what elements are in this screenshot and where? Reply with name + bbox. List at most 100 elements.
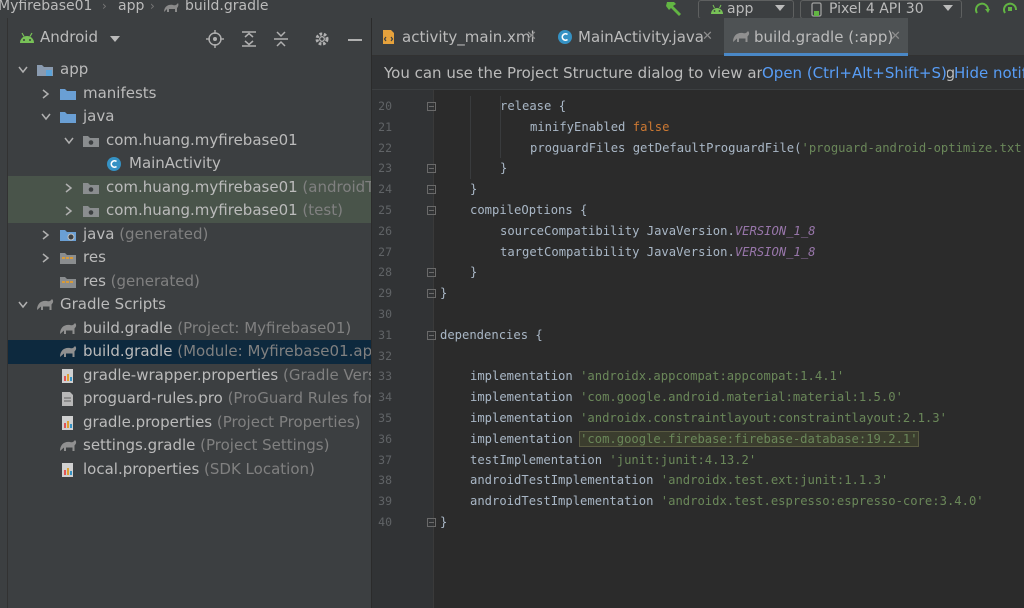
chevron-right-icon[interactable] [64, 206, 74, 216]
breadcrumb-separator-icon: › [150, 0, 155, 13]
expand-all-icon[interactable] [240, 30, 258, 48]
fold-close-icon[interactable] [427, 268, 436, 278]
gear-icon[interactable] [313, 30, 331, 48]
gradle-icon [60, 440, 77, 451]
code-token: sourceCompatibility JavaVersion. [500, 223, 735, 238]
editor-tab[interactable]: MainActivity.java ✕ [548, 18, 720, 56]
chevron-right-icon[interactable] [41, 253, 51, 263]
tree-item[interactable]: manifests [8, 82, 371, 106]
breadcrumb-project[interactable]: Myfirebase01 [0, 0, 92, 14]
chevron-down-icon [110, 36, 120, 42]
code-text: androidTestImplementation 'androidx.test… [470, 491, 984, 512]
code-line: 40} [372, 512, 1024, 533]
chevron-right-icon[interactable] [41, 88, 51, 99]
chevron-down-icon[interactable] [18, 300, 28, 310]
tree-item-hint: (ProGuard Rules for Myfirebase01.app) [227, 389, 372, 407]
line-number: 22 [378, 140, 392, 155]
code-token: } [470, 182, 478, 197]
run-config-selector[interactable]: app [698, 0, 794, 18]
tree-item[interactable]: res [8, 246, 371, 270]
code-line: 33 implementation 'androidx.appcompat:app… [372, 366, 1024, 387]
tree-item-label: com.huang.myfirebase01 (test) [106, 199, 343, 222]
breadcrumb-module[interactable]: app [118, 0, 144, 14]
close-icon[interactable]: ✕ [526, 18, 537, 56]
chevron-down-icon[interactable] [64, 136, 74, 146]
line-number: 38 [378, 473, 392, 488]
close-icon[interactable]: ✕ [890, 18, 901, 56]
collapse-all-icon[interactable] [272, 30, 290, 48]
line-number: 32 [378, 348, 392, 363]
code-line: 28} [372, 262, 1024, 283]
gradle-icon [164, 3, 179, 12]
code-editor[interactable]: 20 release {21 minifyEnabled false 22 progua… [372, 90, 1024, 608]
tree-item-name: build.gradle [83, 342, 173, 360]
fold-close-icon[interactable] [427, 518, 436, 527]
fold-open-icon[interactable] [427, 206, 436, 215]
tree-item-hint: (Module: Myfirebase01.app) [172, 342, 372, 360]
fold-open-icon[interactable] [427, 102, 436, 111]
apply-changes-icon[interactable] [974, 1, 992, 17]
class-icon [107, 157, 121, 171]
code-token: false [632, 119, 670, 134]
tree-item[interactable]: build.gradle (Module: Myfirebase01.app) [8, 340, 372, 364]
tree-item[interactable]: settings.gradle (Project Settings) [8, 434, 371, 458]
chevron-right-icon[interactable] [41, 229, 51, 240]
tree-item[interactable]: gradle.properties (Project Properties) [8, 411, 371, 435]
tree-item[interactable]: proguard-rules.pro (ProGuard Rules for M… [8, 387, 372, 411]
code-token: 'androidx.test.ext:junit:1.1.3' [660, 473, 889, 488]
tree-item[interactable]: Gradle Scripts [8, 293, 371, 317]
editor-tab[interactable]: activity_main.xml ✕ [372, 18, 544, 56]
tree-item[interactable]: app [8, 58, 371, 82]
code-token: 'com.google.firebase:firebase-database:1… [579, 430, 919, 447]
apply-code-changes-icon[interactable] [1002, 1, 1020, 17]
tree-item[interactable]: com.huang.myfirebase01 [8, 129, 371, 153]
editor-tab-label: activity_main.xml [402, 28, 535, 46]
locate-icon[interactable] [206, 30, 224, 48]
chevron-down-icon[interactable] [41, 112, 51, 122]
code-token: minifyEnabled [530, 119, 633, 134]
tree-item[interactable]: local.properties (SDK Location) [8, 458, 371, 482]
tree-item-label: settings.gradle (Project Settings) [83, 434, 329, 457]
line-number: 21 [378, 119, 392, 134]
device-selector[interactable]: Pixel 4 API 30 [800, 0, 962, 18]
fold-close-icon[interactable] [427, 164, 436, 174]
code-line: 35 implementation 'androidx.constraintlay… [372, 408, 1024, 429]
tree-item[interactable]: gradle-wrapper.properties (Gradle Versio… [8, 364, 371, 388]
tree-item-label: proguard-rules.pro (ProGuard Rules for M… [83, 387, 372, 410]
hide-notification-link[interactable]: Hide notification [954, 56, 1024, 89]
breadcrumb-file[interactable]: build.gradle [185, 0, 269, 14]
code-text: sourceCompatibility JavaVersion.VERSION_… [500, 221, 816, 242]
class-icon [558, 30, 572, 44]
code-token: } [440, 515, 448, 529]
tree-item-label: Gradle Scripts [60, 293, 166, 316]
fold-close-icon[interactable] [427, 289, 436, 299]
tree-item[interactable]: com.huang.myfirebase01 (test) [8, 199, 371, 223]
tree-item-label: com.huang.myfirebase01 [106, 129, 298, 152]
tree-item-name: com.huang.myfirebase01 [106, 177, 298, 196]
code-token: 'com.google.android.material:material:1.… [580, 390, 903, 405]
tree-item-hint: (test) [297, 201, 343, 219]
tree-item[interactable]: java [8, 105, 371, 129]
line-number: 33 [378, 369, 392, 384]
chevron-down-icon[interactable] [18, 65, 28, 75]
fold-open-icon[interactable] [427, 330, 436, 340]
code-token: compileOptions { [470, 203, 588, 217]
close-icon[interactable]: ✕ [702, 18, 713, 56]
hammer-icon[interactable] [664, 0, 684, 16]
text-file-icon [62, 392, 73, 406]
minimize-icon[interactable] [346, 30, 364, 48]
code-line: 32 [372, 346, 1024, 367]
tree-item[interactable]: java (generated) [8, 223, 371, 247]
tree-item-name: gradle.properties [83, 412, 213, 431]
fold-close-icon[interactable] [427, 185, 436, 195]
open-project-structure-link[interactable]: Open (Ctrl+Alt+Shift+S) [762, 56, 947, 89]
code-text: compileOptions { [470, 200, 587, 221]
tree-item[interactable]: res (generated) [8, 270, 371, 294]
editor-tab[interactable]: build.gradle (:app) ✕ [724, 18, 908, 56]
tree-item-name: com.huang.myfirebase01 [106, 130, 298, 149]
chevron-right-icon[interactable] [64, 182, 74, 193]
tree-item[interactable]: MainActivity [8, 152, 371, 176]
code-token: VERSION_1_8 [734, 223, 816, 238]
tree-item[interactable]: build.gradle (Project: Myfirebase01) [8, 317, 371, 341]
tree-item[interactable]: com.huang.myfirebase01 (androidTest) [8, 175, 371, 199]
